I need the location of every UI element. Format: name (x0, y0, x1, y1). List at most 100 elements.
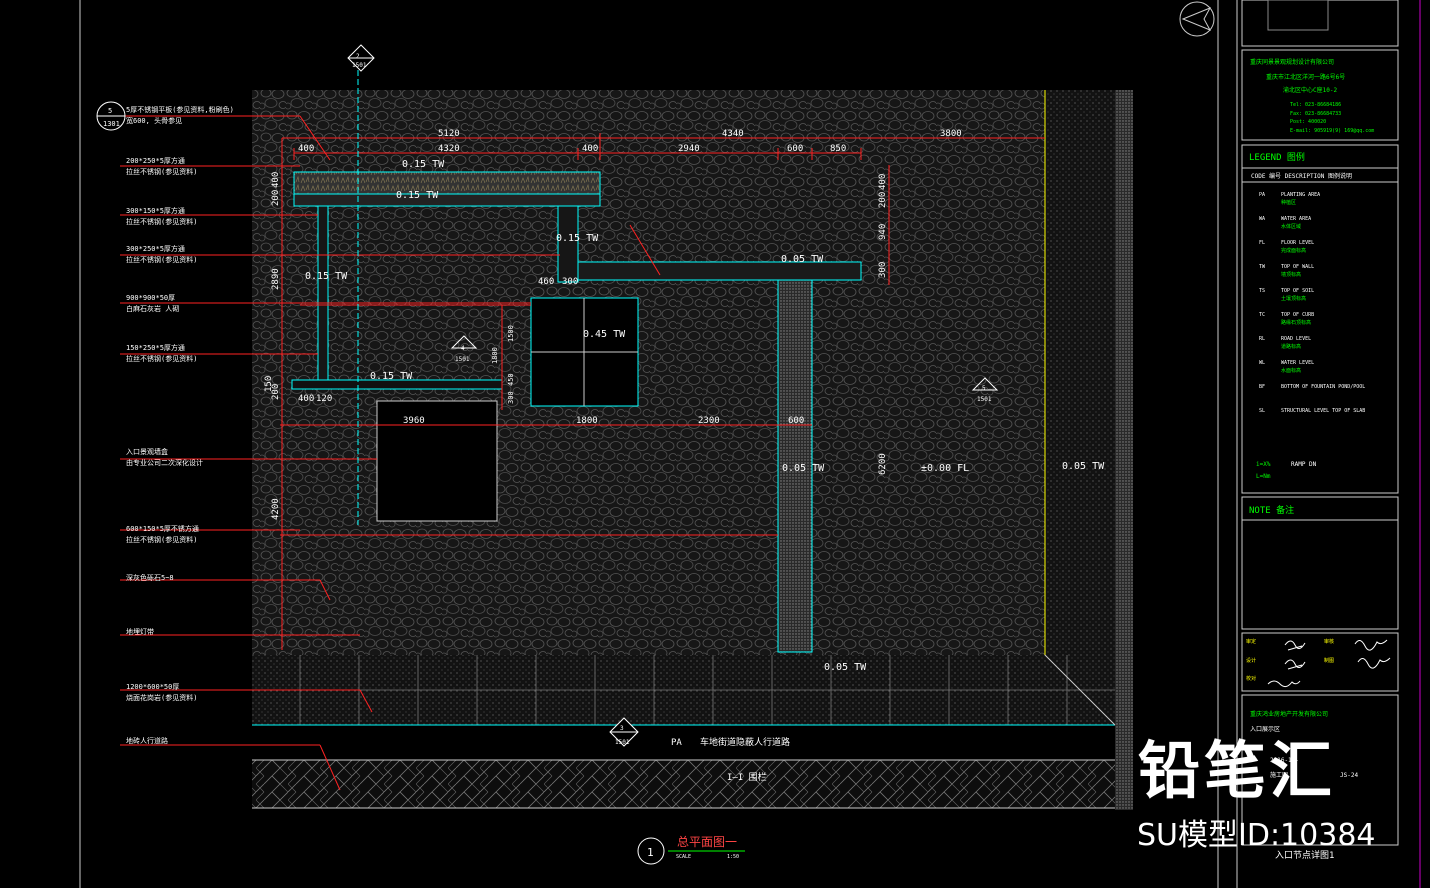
legend-cn-5: 路缘石顶标高 (1281, 319, 1311, 326)
dim-small-2: 300 (562, 277, 578, 287)
anno-1-l1: 5厚不锈钢平板(参见资料,粉刷色) (126, 105, 234, 114)
dim-sub-5: 600 (787, 144, 803, 154)
dim-sub-2: 4320 (438, 144, 460, 154)
scale-value: 1:50 (727, 854, 739, 860)
callout-num: 5 (108, 107, 112, 115)
sign-row-4: 制图 (1324, 657, 1334, 664)
dim-sub-1: 400 (298, 144, 314, 154)
legend-slope1: i=X% (1256, 461, 1271, 468)
legend-code-3: TW (1259, 264, 1266, 270)
title-num: 1 (647, 846, 654, 859)
anno-6-l1: 150*250*5厚方通 (126, 343, 185, 352)
legend-code-7: WL (1259, 360, 1265, 366)
sign-row-2: 审核 (1324, 638, 1334, 645)
anno-9-l1: 深灰色砾石5~8 (126, 573, 174, 582)
titleblock-company: 重庆同景景观规划设计有限公司 重庆市江北区洋河一路6号6号 渝北区中心C座10-… (1250, 58, 1374, 134)
legend-code-5: TC (1259, 312, 1265, 318)
dim-left-3: 2890 (271, 268, 281, 290)
dim-left-6: 4200 (271, 498, 281, 520)
tb-email: E-mail: 905919(9) 169@qq.com (1290, 128, 1374, 134)
sec-top-ref: 1501 (352, 62, 367, 69)
tb-address2: 渝北区中心C座10-2 (1283, 86, 1337, 94)
dim-left-5: 200 (271, 384, 281, 400)
dim-top-2: 4340 (722, 129, 744, 139)
anno-10-l1: 地埋灯带 (126, 627, 154, 636)
legend-code-9: SL (1259, 408, 1265, 414)
dim-sub-4: 2940 (678, 144, 700, 154)
dim-small-5: 1800 (491, 347, 499, 364)
sec-top-num: 2 (356, 53, 360, 60)
legend-desc-4: TOP OF SOIL (1281, 288, 1314, 294)
legend-block: LEGEND 图例 CODE 编号 DESCRIPTION 图例说明 (1249, 151, 1352, 180)
note-title: NOTE 备注 (1249, 504, 1294, 516)
dim-small-6: 1500 (507, 325, 515, 342)
legend-desc-8: BOTTOM OF FOUNTAIN POND/POOL (1281, 384, 1365, 390)
level-1: 0.15 TW (402, 159, 445, 170)
dim-sub-3: 400 (582, 144, 598, 154)
north-arrow-icon (1179, 1, 1215, 37)
wall-mid-post (557, 205, 579, 283)
anno-4-l2: 拉丝不锈钢(参见资料) (126, 255, 197, 264)
dim-left-1: 400 (271, 172, 281, 188)
tb-tel: Tel: 023-86684186 (1290, 102, 1341, 108)
tb-company: 重庆同景景观规划设计有限公司 (1250, 58, 1334, 66)
dim-small-4: 120 (316, 394, 332, 404)
anno-5-l1: 900*900*50厚 (126, 294, 175, 302)
scale-label: SCALE (676, 854, 691, 860)
legend-slope: i=X% RAMP DN L=Nm (1256, 461, 1317, 480)
anno-6-l2: 拉丝不锈钢(参见资料) (126, 354, 197, 363)
level-3: 0.15 TW (556, 233, 599, 244)
anno-8-l2: 拉丝不锈钢(参见资料) (126, 535, 197, 544)
dim-small-3: 400 (298, 394, 314, 404)
tb-sheet-no: JS-24 (1340, 772, 1358, 779)
dim-left-2: 200 (271, 190, 281, 206)
level-6: 0.45 TW (583, 329, 626, 340)
legend-slope2: L=Nm (1256, 473, 1271, 480)
legend-code-1: WA (1259, 216, 1265, 222)
anno-3-l1: 300*150*5厚方通 (126, 206, 185, 215)
legend-title: LEGEND 图例 (1249, 151, 1305, 163)
legend-desc-1: WATER AREA (1281, 216, 1311, 222)
legend-desc-5: TOP OF CURB (1281, 312, 1314, 318)
dim-mid-1: 3960 (403, 416, 425, 426)
anno-5-l2: 白麻石灰岩 人砌 (126, 304, 179, 313)
dim-small-1: 460 (538, 277, 554, 287)
anno-1-l2: 宽600, 头骨参见 (126, 116, 182, 125)
legend-desc-9: STRUCTURAL LEVEL TOP OF SLAB (1281, 408, 1365, 414)
tb-address: 重庆市江北区洋河一路6号6号 (1266, 73, 1345, 81)
dim-sub-6: 850 (830, 144, 846, 154)
legend-cn-2: 完成面标高 (1281, 247, 1306, 254)
legend-code-6: RL (1259, 336, 1265, 342)
legend-desc-6: ROAD LEVEL (1281, 336, 1311, 342)
watermark-model-id: SU模型ID:10384 (1137, 818, 1376, 853)
anno-8-l1: 600*150*5厚不锈方通 (126, 524, 199, 533)
legend-cn-6: 道路标高 (1281, 343, 1301, 350)
watermark-brand: 铅笔汇 (1138, 734, 1337, 807)
legend-cn-0: 种植区 (1281, 199, 1296, 206)
legend-desc-2: FLOOR LEVEL (1281, 240, 1314, 246)
sign-row-1: 审定 (1246, 638, 1256, 645)
planter-top-bar (293, 171, 601, 195)
dim-right-5: 6200 (878, 453, 888, 475)
tb-fax: Fax: 023-86684733 (1290, 111, 1341, 117)
anno-12-l1: 地砖人行道路 (126, 736, 168, 745)
level-10: 0.05 TW (1062, 461, 1105, 472)
anno-3-l2: 拉丝不锈钢(参见资料) (126, 217, 197, 226)
level-2: 0.15 TW (396, 190, 439, 201)
level-7: 0.15 TW (370, 371, 413, 382)
dim-right-1: 400 (878, 174, 888, 190)
level-11: 0.05 TW (824, 662, 867, 673)
legend-rows: PA PLANTING AREA种植区 WA WATER AREA水体区域 FL FLOO… (1259, 192, 1365, 414)
plan-title: 总平面图一 (677, 835, 737, 849)
dim-small-7: 450 (507, 373, 515, 386)
entrance-wall-box (376, 400, 498, 522)
dim-small-8: 300 (507, 391, 515, 404)
dim-right-3: 940 (878, 224, 888, 240)
sec-mid-num: 4 (461, 345, 465, 352)
sign-row-5: 校对 (1246, 675, 1256, 682)
side-paving-strip (1045, 90, 1115, 655)
sec-mid-ref: 1501 (455, 356, 470, 363)
anno-2-l1: 200*250*5厚方通 (126, 156, 185, 165)
level-8: 0.05 TW (782, 463, 825, 474)
legend-code-header: CODE 编号 DESCRIPTION 图例说明 (1251, 172, 1352, 180)
